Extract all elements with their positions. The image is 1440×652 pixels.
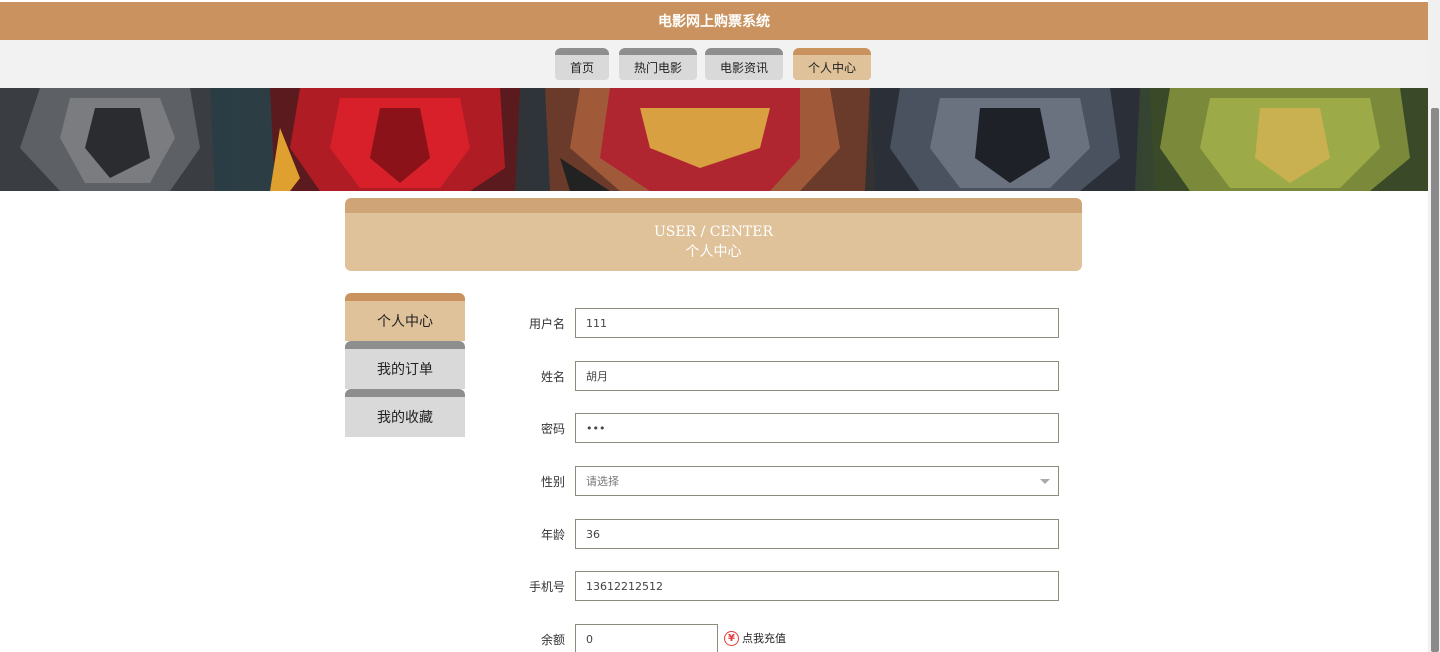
- section-title-en: USER / CENTER: [653, 224, 774, 240]
- sidebar-item-user-center[interactable]: 个人中心: [345, 293, 465, 341]
- tab-home[interactable]: 首页: [555, 48, 609, 80]
- password-field[interactable]: •••: [575, 413, 1059, 443]
- name-field[interactable]: 胡月: [575, 361, 1059, 391]
- header-bar: 电影网上购票系统: [0, 2, 1428, 40]
- nav-bar: 首页 热门电影 电影资讯 个人中心: [0, 40, 1428, 88]
- phone-field[interactable]: 13612212512: [575, 571, 1059, 601]
- chevron-down-icon: [1040, 479, 1050, 484]
- page: 电影网上购票系统 首页 热门电影 电影资讯 个人中心 USER / CENTER…: [0, 0, 1440, 652]
- site-title: 电影网上购票系统: [658, 14, 770, 30]
- tab-movie-news[interactable]: 电影资讯: [705, 48, 783, 80]
- age-field[interactable]: 36: [575, 519, 1059, 549]
- password-label: 密码: [540, 422, 565, 436]
- name-label: 姓名: [540, 370, 565, 384]
- balance-field[interactable]: 0: [575, 624, 718, 652]
- page-scrollbar-thumb[interactable]: [1431, 108, 1439, 652]
- section-header: USER / CENTER 个人中心: [345, 198, 1082, 271]
- sidebar-item-my-favorites[interactable]: 我的收藏: [345, 389, 465, 437]
- recharge-label: 点我充值: [742, 632, 786, 645]
- yen-icon: ¥: [724, 630, 739, 646]
- section-title-cn: 个人中心: [685, 244, 742, 260]
- gender-label: 性别: [540, 475, 565, 489]
- phone-label: 手机号: [528, 580, 565, 594]
- username-label: 用户名: [528, 317, 565, 331]
- username-field[interactable]: 111: [575, 308, 1059, 338]
- gender-select-placeholder: 请选择: [586, 475, 619, 488]
- hero-artwork: [0, 88, 1428, 191]
- tab-hot-movies[interactable]: 热门电影: [619, 48, 697, 80]
- age-label: 年龄: [540, 528, 565, 542]
- gender-select[interactable]: 请选择: [575, 466, 1059, 496]
- sidebar-item-my-orders[interactable]: 我的订单: [345, 341, 465, 389]
- balance-label: 余额: [540, 633, 565, 647]
- tab-user-center[interactable]: 个人中心: [793, 48, 871, 80]
- recharge-link[interactable]: ¥ 点我充值: [724, 630, 786, 646]
- hero-banner: [0, 88, 1428, 191]
